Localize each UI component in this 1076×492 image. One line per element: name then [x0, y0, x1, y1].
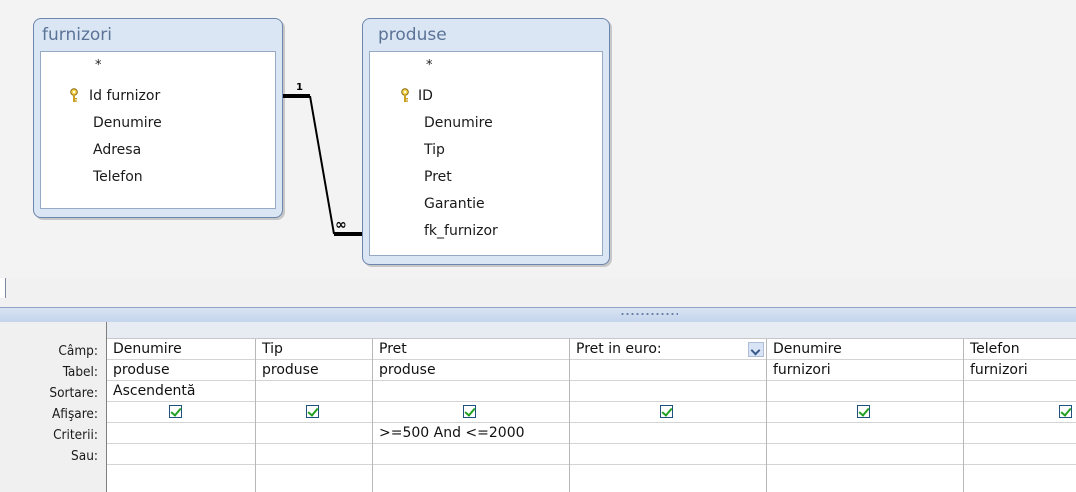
relationship-many-label: ∞: [335, 217, 347, 233]
cell-field[interactable]: Pret: [373, 339, 569, 360]
cell-sort[interactable]: [256, 381, 372, 402]
grid-column[interactable]: Tip produse: [256, 339, 373, 492]
cell-field[interactable]: Denumire: [107, 339, 255, 360]
scroll-edge: [0, 278, 6, 298]
cell-show[interactable]: [256, 402, 372, 423]
row-label-camp: Câmp:: [58, 343, 98, 359]
cell-table[interactable]: produse: [107, 360, 255, 381]
cell-sort[interactable]: [964, 381, 1076, 402]
cell-field[interactable]: Denumire: [767, 339, 963, 360]
cell-field[interactable]: Pret in euro:: [570, 339, 766, 360]
cell-table[interactable]: produse: [373, 360, 569, 381]
splitter-grip-icon[interactable]: [620, 312, 678, 316]
row-label-sortare: Sortare:: [49, 385, 98, 401]
grid-column[interactable]: Pret in euro:: [570, 339, 767, 492]
cell-criteria[interactable]: [964, 423, 1076, 444]
cell-table[interactable]: produse: [256, 360, 372, 381]
cell-criteria[interactable]: [107, 423, 255, 444]
cell-field[interactable]: Tip: [256, 339, 372, 360]
row-label-sau: Sau:: [71, 448, 98, 464]
pane-splitter[interactable]: [0, 307, 1076, 323]
cell-table[interactable]: [570, 360, 766, 381]
cell-sort[interactable]: [373, 381, 569, 402]
cell-or[interactable]: [373, 444, 569, 465]
row-label-tabel: Tabel:: [62, 364, 98, 380]
design-grid-pane: Câmp: Tabel: Sortare: Afişare: Criterii:…: [0, 322, 1076, 492]
cell-table[interactable]: furnizori: [964, 360, 1076, 381]
checkbox-checked-icon[interactable]: [660, 405, 673, 418]
cell-sort[interactable]: Ascendentă: [107, 381, 255, 402]
cell-criteria[interactable]: >=500 And <=2000: [373, 423, 569, 444]
cell-show[interactable]: [107, 402, 255, 423]
cell-criteria[interactable]: [256, 423, 372, 444]
cell-criteria[interactable]: [570, 423, 766, 444]
cell-or[interactable]: [107, 444, 255, 465]
cell-field[interactable]: Telefon: [964, 339, 1076, 360]
cell-criteria[interactable]: [767, 423, 963, 444]
cell-sort[interactable]: [570, 381, 766, 402]
chevron-down-icon[interactable]: [748, 342, 764, 357]
row-label-afisare: Afişare:: [52, 406, 98, 422]
grid-column[interactable]: Telefon furnizori: [964, 339, 1076, 492]
cell-table[interactable]: furnizori: [767, 360, 963, 381]
row-labels: Câmp: Tabel: Sortare: Afişare: Criterii:…: [0, 322, 106, 492]
design-grid: Denumire produse Ascendentă Tip produse …: [106, 322, 1076, 492]
checkbox-checked-icon[interactable]: [463, 405, 476, 418]
checkbox-checked-icon[interactable]: [306, 405, 319, 418]
cell-or[interactable]: [767, 444, 963, 465]
relationship-line[interactable]: 1 ∞: [0, 0, 1076, 278]
grid-column[interactable]: Denumire produse Ascendentă: [107, 339, 256, 492]
cell-show[interactable]: [570, 402, 766, 423]
query-design-pane: furnizori * Id furnizor Denumire Adresa …: [0, 0, 1076, 278]
checkbox-checked-icon[interactable]: [169, 405, 182, 418]
cell-or[interactable]: [256, 444, 372, 465]
cell-show[interactable]: [373, 402, 569, 423]
row-label-criterii: Criterii:: [53, 427, 98, 443]
checkbox-checked-icon[interactable]: [857, 405, 870, 418]
cell-or[interactable]: [570, 444, 766, 465]
cell-show[interactable]: [964, 402, 1076, 423]
cell-or[interactable]: [964, 444, 1076, 465]
grid-column[interactable]: Pret produse >=500 And <=2000: [373, 339, 570, 492]
grid-column[interactable]: Denumire furnizori: [767, 339, 964, 492]
cell-sort[interactable]: [767, 381, 963, 402]
cell-show[interactable]: [767, 402, 963, 423]
column-selector-bar[interactable]: [107, 322, 1076, 339]
checkbox-checked-icon[interactable]: [1059, 405, 1072, 418]
relationship-one-label: 1: [296, 82, 303, 93]
cell-field-text: Pret in euro:: [576, 341, 662, 357]
